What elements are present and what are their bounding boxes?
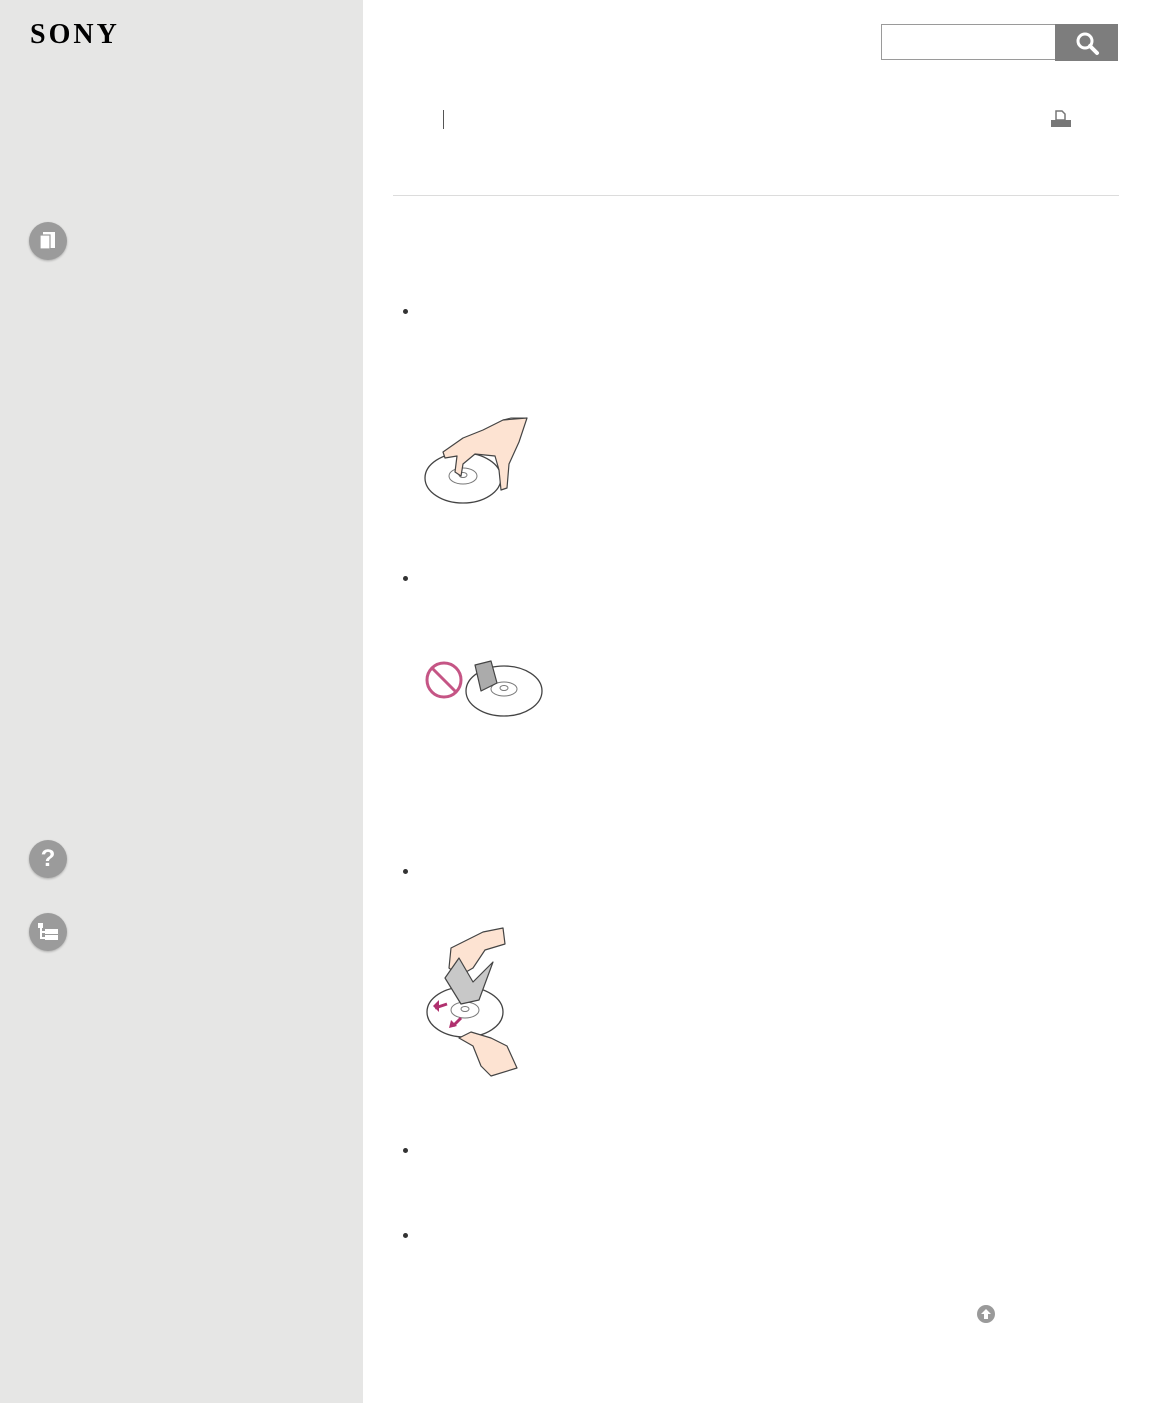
search-icon [1076,32,1099,55]
list-bullet [403,869,408,874]
hand-holding-disc-illustration [424,417,528,504]
list-bullet [403,576,408,581]
list-bullet [403,309,408,314]
list-bullet [403,1148,408,1153]
search-input[interactable] [881,24,1055,60]
sidebar: SONY ? [0,0,363,1403]
sony-logo[interactable]: SONY [30,20,120,50]
back-to-top-button[interactable] [977,1305,995,1323]
content-divider [393,195,1119,196]
help-question-icon[interactable]: ? [29,840,67,878]
print-icon[interactable] [1050,110,1072,128]
search-button[interactable] [1055,24,1118,61]
main-content [363,0,1149,1403]
contents-tree-icon[interactable] [29,913,67,951]
arrow-up-icon [981,1309,991,1319]
list-bullet [403,1233,408,1238]
manual-book-icon[interactable] [29,222,67,260]
header-divider [443,110,444,129]
no-sticker-on-disc-illustration [425,660,543,717]
wiping-disc-illustration [426,927,518,1077]
